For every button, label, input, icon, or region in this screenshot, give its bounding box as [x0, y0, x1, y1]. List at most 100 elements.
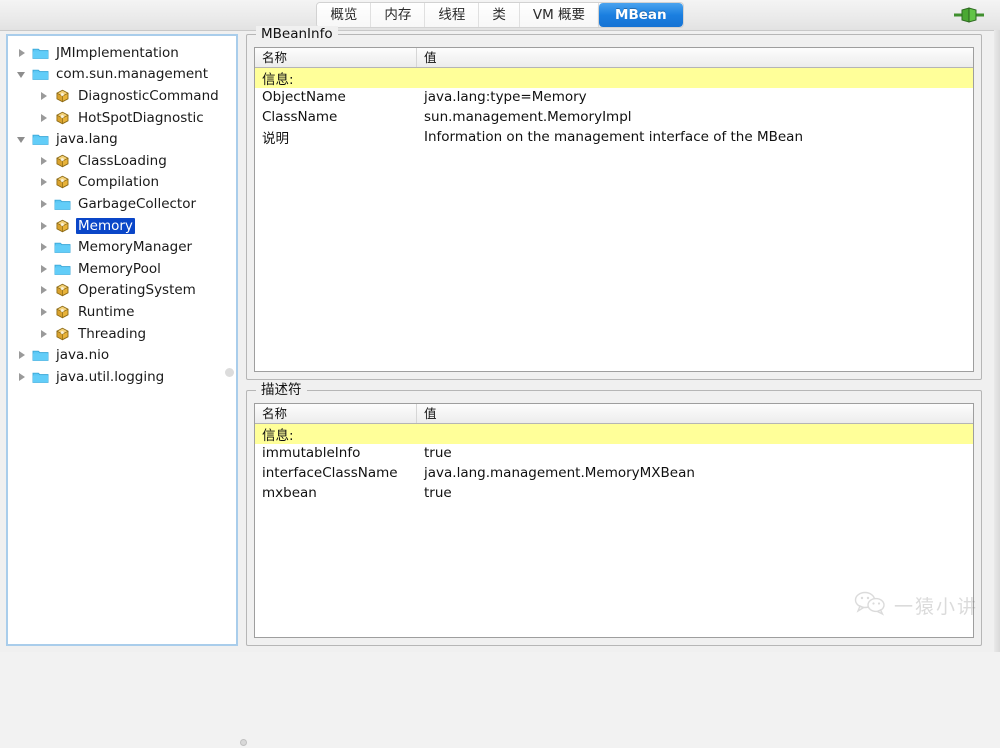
chevron-right-icon[interactable]: [16, 370, 29, 383]
mbean-icon: [54, 283, 71, 297]
tree-node-classloading[interactable]: ClassLoading: [8, 150, 236, 172]
tree-node-java-nio[interactable]: java.nio: [8, 344, 236, 366]
table-row[interactable]: ClassName sun.management.MemoryImpl: [255, 107, 973, 127]
mbeaninfo-section-label: 信息:: [262, 71, 294, 88]
mbean-detail-area: MBeanInfo 名称 值 信息: ObjectName java.lang:t…: [240, 26, 994, 746]
tree-node-com-sun-management[interactable]: com.sun.management: [8, 64, 236, 86]
tree-node-label: JMImplementation: [56, 44, 179, 61]
descriptor-table-header: 名称 值: [255, 404, 973, 424]
mbean-icon: [54, 154, 71, 168]
tree-node-label: Compilation: [78, 174, 160, 191]
tree-node-label: ClassLoading: [78, 152, 167, 169]
row-name: immutableInfo: [262, 445, 361, 462]
tree-node-threading[interactable]: Threading: [8, 323, 236, 345]
row-value: true: [424, 445, 452, 462]
descriptor-table[interactable]: 名称 值 信息: immutableInfo true interfaceClass…: [254, 403, 974, 638]
tab-2[interactable]: 线程: [425, 3, 480, 27]
table-row[interactable]: 说明 Information on the management interfac…: [255, 127, 973, 147]
connection-plug-icon[interactable]: [952, 5, 986, 25]
tree-node-memorypool[interactable]: MemoryPool: [8, 258, 236, 280]
chevron-right-icon[interactable]: [38, 154, 51, 167]
tree-node-hotspotdiagnostic[interactable]: HotSpotDiagnostic: [8, 107, 236, 129]
mbean-icon: [54, 305, 71, 319]
jconsole-window: 概览 内存 线程类 VM 概要 MBean JMImplementation com.su…: [0, 0, 1000, 746]
chevron-down-icon[interactable]: [16, 133, 29, 146]
tree-node-memory[interactable]: Memory: [8, 215, 236, 237]
row-value: java.lang:type=Memory: [424, 89, 587, 106]
row-name: ClassName: [262, 108, 338, 125]
table-row[interactable]: ObjectName java.lang:type=Memory: [255, 88, 973, 108]
tree-node-java-lang[interactable]: java.lang: [8, 128, 236, 150]
tab-3[interactable]: 类: [479, 3, 520, 27]
table-row[interactable]: immutableInfo true: [255, 444, 973, 464]
mbeaninfo-col-name[interactable]: 名称: [255, 48, 417, 67]
table-row[interactable]: mxbean true: [255, 483, 973, 503]
chevron-right-icon[interactable]: [38, 219, 51, 232]
tree-node-label: java.util.logging: [56, 368, 165, 385]
chevron-right-icon[interactable]: [38, 176, 51, 189]
tab-5[interactable]: MBean: [599, 3, 683, 27]
tree-node-jmimplementation[interactable]: JMImplementation: [8, 42, 236, 64]
chevron-right-icon[interactable]: [38, 327, 51, 340]
row-name: mxbean: [262, 484, 317, 501]
tree-node-label: OperatingSystem: [78, 282, 196, 299]
mbeaninfo-rows: ObjectName java.lang:type=Memory ClassName…: [255, 88, 973, 147]
tree-node-memorymanager[interactable]: MemoryManager: [8, 236, 236, 258]
chevron-down-icon[interactable]: [16, 68, 29, 81]
chevron-right-icon[interactable]: [38, 89, 51, 102]
chevron-right-icon[interactable]: [38, 284, 51, 297]
folder-icon: [32, 132, 49, 146]
chevron-right-icon[interactable]: [16, 46, 29, 59]
mbeaninfo-table[interactable]: 名称 值 信息: ObjectName java.lang:type=Memory…: [254, 47, 974, 372]
chevron-right-icon[interactable]: [38, 111, 51, 124]
folder-icon: [32, 348, 49, 362]
tree-node-garbagecollector[interactable]: GarbageCollector: [8, 193, 236, 215]
descriptor-col-name[interactable]: 名称: [255, 404, 417, 423]
table-row[interactable]: interfaceClassName java.lang.management.M…: [255, 463, 973, 483]
chevron-right-icon[interactable]: [38, 262, 51, 275]
folder-icon: [32, 370, 49, 384]
tree-node-compilation[interactable]: Compilation: [8, 172, 236, 194]
panel-splitter-handle[interactable]: [240, 739, 247, 748]
tree-node-runtime[interactable]: Runtime: [8, 301, 236, 323]
tree-node-label: DiagnosticCommand: [78, 87, 219, 104]
tree-scrollbar-thumb[interactable]: [225, 368, 234, 377]
row-value: java.lang.management.MemoryMXBean: [424, 464, 695, 481]
mbean-icon: [54, 175, 71, 189]
chevron-right-icon[interactable]: [38, 241, 51, 254]
window-scroll-gutter[interactable]: [994, 30, 1000, 652]
row-value: Information on the management interface …: [424, 128, 804, 145]
tree-node-label: GarbageCollector: [78, 195, 197, 212]
tree-node-label: java.nio: [56, 347, 110, 364]
descriptor-col-value[interactable]: 值: [417, 404, 973, 423]
mbeaninfo-title: MBeanInfo: [256, 26, 338, 42]
chevron-right-icon[interactable]: [16, 349, 29, 362]
row-value: sun.management.MemoryImpl: [424, 108, 632, 125]
chevron-right-icon[interactable]: [38, 197, 51, 210]
folder-icon: [54, 240, 71, 254]
tab-1[interactable]: 内存: [371, 3, 426, 27]
tree-node-java-util-logging[interactable]: java.util.logging: [8, 366, 236, 388]
mbean-icon: [54, 219, 71, 233]
mbean-tree[interactable]: JMImplementation com.sun.management Diagno…: [8, 36, 236, 388]
tab-0[interactable]: 概览: [317, 3, 372, 27]
descriptor-section-label: 信息:: [262, 427, 294, 444]
tree-node-operatingsystem[interactable]: OperatingSystem: [8, 280, 236, 302]
mbeaninfo-col-value[interactable]: 值: [417, 48, 973, 67]
descriptor-title: 描述符: [256, 382, 307, 398]
tab-4[interactable]: VM 概要: [519, 3, 600, 27]
mbeaninfo-section-row: 信息:: [255, 68, 973, 88]
mbean-tree-panel[interactable]: JMImplementation com.sun.management Diagno…: [6, 34, 238, 646]
tree-node-label: Runtime: [78, 303, 135, 320]
tab-bar: 概览 内存 线程类 VM 概要 MBean: [0, 0, 1000, 31]
row-name: interfaceClassName: [262, 464, 398, 481]
tree-node-label: MemoryPool: [78, 260, 161, 277]
tree-node-label: MemoryManager: [78, 239, 193, 256]
tree-node-diagnosticcommand[interactable]: DiagnosticCommand: [8, 85, 236, 107]
row-name: 说明: [262, 130, 289, 147]
tab-list: 概览 内存 线程类 VM 概要 MBean: [316, 2, 684, 28]
tree-node-label: Threading: [78, 325, 147, 342]
descriptor-rows: immutableInfo true interfaceClassName java.…: [255, 444, 973, 503]
chevron-right-icon[interactable]: [38, 305, 51, 318]
row-name: ObjectName: [262, 89, 346, 106]
